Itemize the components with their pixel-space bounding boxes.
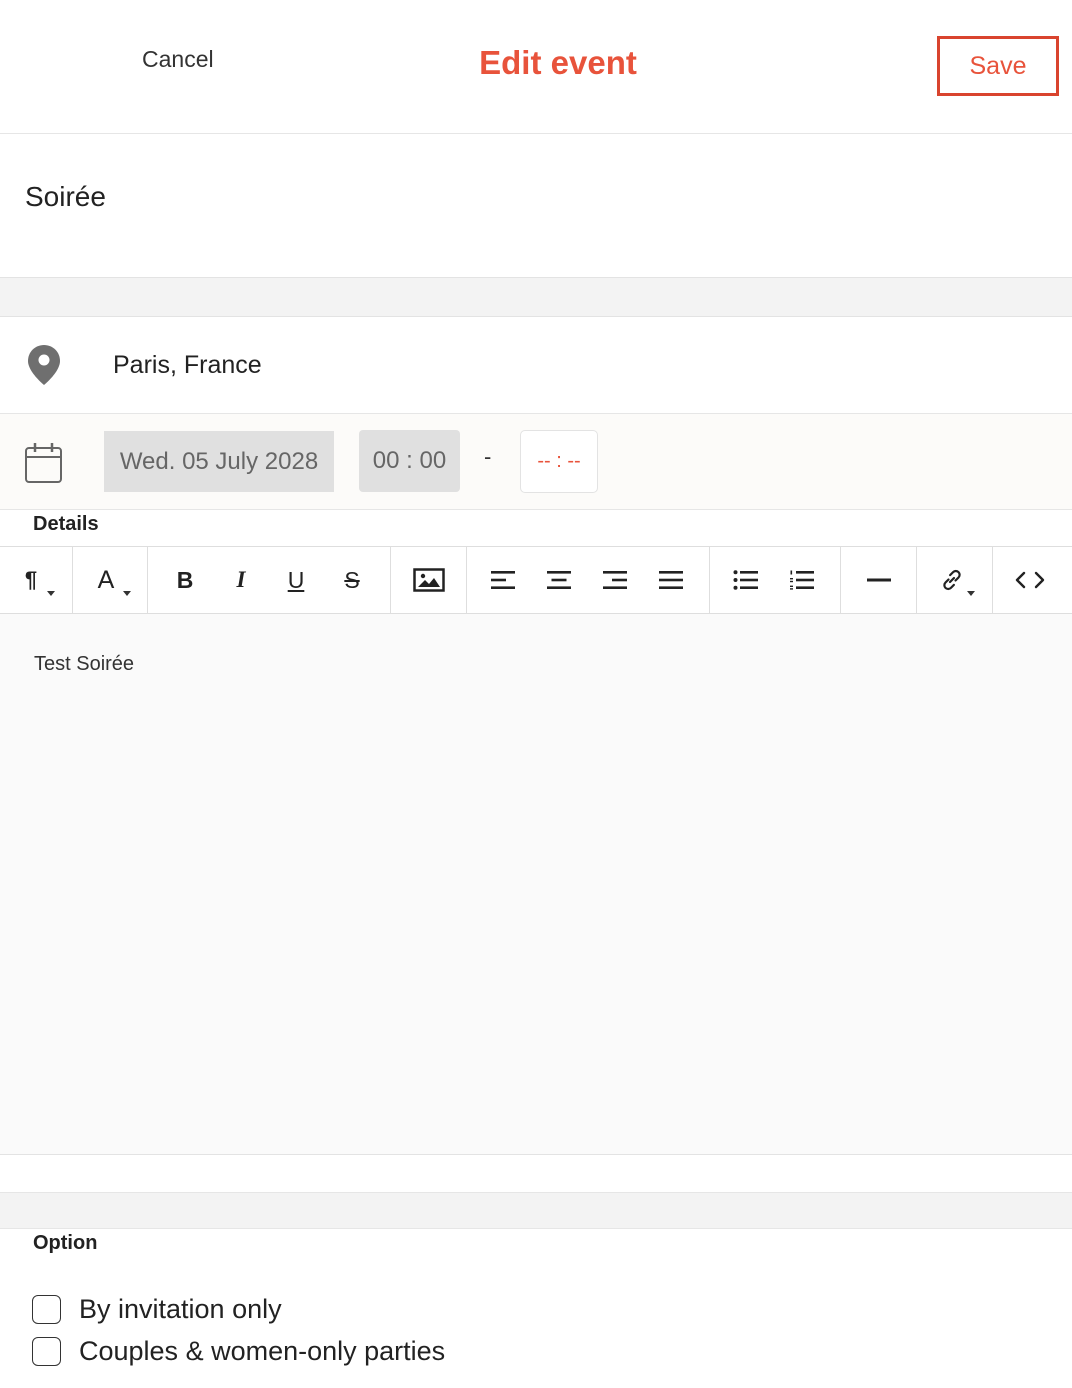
start-time-picker[interactable]: 00 : 00 xyxy=(359,430,460,492)
horizontal-rule-button[interactable] xyxy=(841,547,916,613)
insert-image-button[interactable] xyxy=(391,547,466,613)
section-divider xyxy=(0,1192,1072,1229)
bullet-list-icon xyxy=(733,570,758,590)
option-by-invitation[interactable]: By invitation only xyxy=(32,1294,282,1324)
insert-link-button[interactable] xyxy=(917,547,992,613)
save-button[interactable]: Save xyxy=(937,36,1059,96)
align-right-button[interactable] xyxy=(589,547,641,613)
toolbar-divider xyxy=(147,547,148,613)
toolbar-divider xyxy=(709,547,710,613)
strikethrough-button[interactable]: S xyxy=(325,547,379,613)
header-bar: Cancel Edit event Save xyxy=(0,0,1072,134)
underline-button[interactable]: U xyxy=(269,547,323,613)
align-left-button[interactable] xyxy=(477,547,529,613)
align-center-button[interactable] xyxy=(533,547,585,613)
align-left-icon xyxy=(491,571,515,589)
end-time-picker[interactable]: -- : -- xyxy=(520,430,598,493)
save-button-label: Save xyxy=(969,51,1027,80)
align-justify-icon xyxy=(659,571,683,589)
bullet-list-button[interactable] xyxy=(720,547,772,613)
align-right-icon xyxy=(603,571,627,589)
option-label: Couples & women-only parties xyxy=(79,1335,446,1366)
section-divider xyxy=(0,278,1072,317)
numbered-list-icon xyxy=(790,570,814,590)
horizontal-rule-icon xyxy=(866,578,891,582)
page-title: Edit event xyxy=(479,44,637,81)
chevron-down-icon xyxy=(967,591,975,596)
bold-button[interactable]: B xyxy=(158,547,212,613)
align-justify-button[interactable] xyxy=(645,547,697,613)
font-icon: A xyxy=(97,565,115,594)
image-icon xyxy=(412,568,445,592)
bold-icon: B xyxy=(176,566,194,593)
location-value: Paris, France xyxy=(113,351,262,379)
link-icon xyxy=(942,569,961,591)
option-label: By invitation only xyxy=(79,1293,282,1324)
details-editor[interactable]: Test Soirée xyxy=(0,614,1072,1155)
event-name-value: Soirée xyxy=(25,181,106,212)
italic-icon: I xyxy=(236,567,246,592)
invitation-only-checkbox[interactable] xyxy=(32,1294,61,1324)
date-time-row: Wed. 05 July 2028 00 : 00 - -- : -- xyxy=(0,414,1072,510)
time-range-separator: - xyxy=(484,444,492,469)
code-icon xyxy=(1015,571,1045,589)
italic-button[interactable]: I xyxy=(214,547,268,613)
calendar-icon xyxy=(25,443,62,483)
underline-icon: U xyxy=(287,566,305,593)
couples-women-checkbox[interactable] xyxy=(32,1336,61,1366)
chevron-down-icon xyxy=(123,591,131,596)
strikethrough-icon: S xyxy=(344,566,360,593)
paragraph-icon: ¶ xyxy=(24,567,38,592)
numbered-list-button[interactable] xyxy=(776,547,828,613)
event-name-field[interactable]: Soirée xyxy=(0,134,1072,278)
option-couples-women[interactable]: Couples & women-only parties xyxy=(32,1336,445,1366)
location-pin-icon xyxy=(28,345,60,385)
location-field[interactable]: Paris, France xyxy=(0,317,1072,414)
code-view-button[interactable] xyxy=(993,547,1067,613)
option-heading: Option xyxy=(33,1232,98,1254)
details-heading: Details xyxy=(33,513,99,535)
font-color-button[interactable]: A xyxy=(73,547,147,613)
editor-toolbar: ¶ A B I U S xyxy=(0,546,1072,614)
toolbar-divider xyxy=(466,547,467,613)
details-editor-content: Test Soirée xyxy=(34,653,135,675)
chevron-down-icon xyxy=(47,591,55,596)
align-center-icon xyxy=(547,571,571,589)
paragraph-format-button[interactable]: ¶ xyxy=(0,547,72,613)
date-picker[interactable]: Wed. 05 July 2028 xyxy=(104,431,334,492)
